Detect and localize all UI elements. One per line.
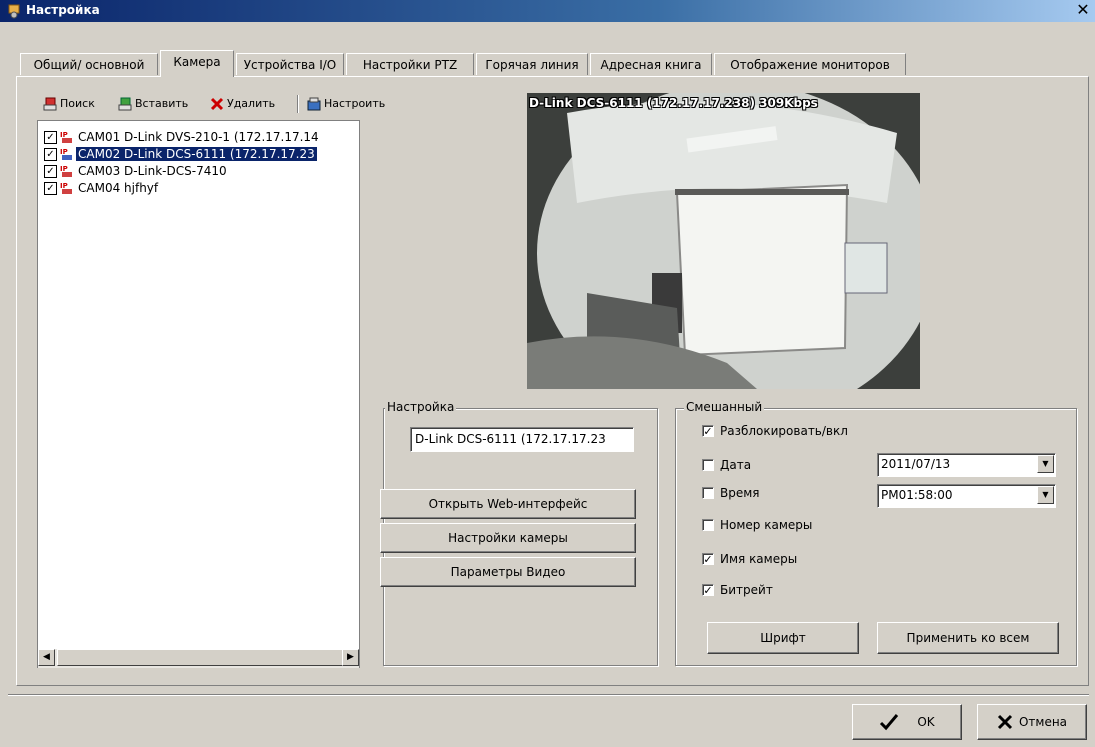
svg-text:IP: IP bbox=[60, 182, 68, 190]
footer-divider bbox=[8, 694, 1089, 696]
ip-camera-icon: IP bbox=[60, 182, 72, 194]
delete-label: Удалить bbox=[227, 97, 276, 110]
search-label: Поиск bbox=[60, 97, 95, 110]
delete-button[interactable]: Удалить bbox=[210, 94, 275, 114]
ok-label: OK bbox=[917, 715, 935, 729]
camera-list-item[interactable]: ✓ IP CAM04 hjfhyf bbox=[44, 180, 160, 196]
time-select[interactable]: PM01:58:00 ▼ bbox=[877, 484, 1056, 508]
close-icon bbox=[997, 714, 1013, 730]
camera-list-item[interactable]: ✓ IP CAM03 D-Link-DCS-7410 bbox=[44, 163, 229, 179]
chevron-down-icon[interactable]: ▼ bbox=[1037, 455, 1054, 473]
enable-overlay-checkbox[interactable]: ✓ Разблокировать/вкл bbox=[702, 424, 848, 438]
toolbar-separator bbox=[297, 95, 299, 113]
camera-label: CAM03 D-Link-DCS-7410 bbox=[78, 164, 227, 178]
camera-settings-button[interactable]: Настройки камеры bbox=[380, 523, 636, 553]
camera-label: CAM02 D-Link DCS-6111 (172.17.17.23 bbox=[76, 147, 317, 161]
camera-name-field[interactable]: D-Link DCS-6111 (172.17.17.23 bbox=[410, 427, 634, 452]
ok-button[interactable]: OK bbox=[852, 704, 962, 740]
camera-name-label: Имя камеры bbox=[720, 552, 798, 566]
bitrate-label: Битрейт bbox=[720, 583, 773, 597]
checkbox-box[interactable] bbox=[702, 459, 714, 471]
title-bar: Настройка ✕ bbox=[0, 0, 1095, 22]
insert-icon bbox=[118, 97, 132, 111]
checkmark-icon bbox=[880, 714, 899, 731]
camera-list-item[interactable]: ✓ IP CAM02 D-Link DCS-6111 (172.17.17.23 bbox=[44, 146, 317, 162]
configure-icon bbox=[307, 97, 321, 111]
bitrate-checkbox[interactable]: ✓ Битрейт bbox=[702, 583, 773, 597]
video-preview: D-Link DCS-6111 (172.17.17.238) 309Kbps bbox=[527, 93, 920, 389]
ip-camera-icon: IP bbox=[60, 165, 72, 177]
date-checkbox[interactable]: Дата bbox=[702, 458, 751, 472]
tab-camera[interactable]: Камера bbox=[160, 50, 234, 77]
open-web-interface-button[interactable]: Открыть Web-интерфейс bbox=[380, 489, 636, 519]
camera-checkbox[interactable]: ✓ bbox=[44, 130, 57, 144]
tab-general[interactable]: Общий/ основной bbox=[20, 53, 158, 75]
cancel-button[interactable]: Отмена bbox=[977, 704, 1087, 740]
checkbox-box[interactable]: ✓ bbox=[702, 553, 714, 566]
insert-button[interactable]: Вставить bbox=[118, 94, 188, 114]
camera-label: CAM04 hjfhyf bbox=[78, 181, 159, 195]
window-title: Настройка bbox=[26, 3, 100, 17]
camera-label: CAM01 D-Link DVS-210-1 (172.17.17.14 bbox=[78, 130, 319, 144]
date-label: Дата bbox=[720, 458, 752, 472]
cancel-label: Отмена bbox=[1018, 715, 1068, 729]
checkbox-box[interactable] bbox=[702, 487, 714, 499]
svg-text:IP: IP bbox=[60, 131, 68, 139]
ip-camera-icon: IP bbox=[60, 131, 72, 143]
camera-image bbox=[527, 93, 920, 389]
camera-number-label: Номер камеры bbox=[720, 518, 813, 532]
ip-camera-icon: IP bbox=[60, 148, 72, 160]
checkbox-box[interactable]: ✓ bbox=[702, 425, 714, 438]
svg-text:IP: IP bbox=[60, 148, 68, 156]
insert-label: Вставить bbox=[135, 97, 189, 110]
scroll-thumb[interactable] bbox=[57, 649, 347, 666]
video-parameters-button[interactable]: Параметры Видео bbox=[380, 557, 636, 587]
time-checkbox[interactable]: Время bbox=[702, 486, 760, 500]
camera-checkbox[interactable]: ✓ bbox=[44, 147, 57, 161]
delete-icon bbox=[210, 97, 224, 111]
search-icon bbox=[43, 97, 57, 111]
camera-list-item[interactable]: ✓ IP CAM01 D-Link DVS-210-1 (172.17.17.1… bbox=[44, 129, 321, 145]
video-osd-text: D-Link DCS-6111 (172.17.17.238) 309Kbps bbox=[529, 96, 818, 110]
font-button[interactable]: Шрифт bbox=[707, 622, 859, 654]
svg-text:IP: IP bbox=[60, 165, 68, 173]
scroll-left-icon[interactable]: ◀ bbox=[38, 649, 55, 666]
close-icon[interactable]: ✕ bbox=[1075, 2, 1091, 18]
enable-overlay-label: Разблокировать/вкл bbox=[720, 424, 848, 438]
camera-checkbox[interactable]: ✓ bbox=[44, 164, 57, 178]
camera-checkbox[interactable]: ✓ bbox=[44, 181, 57, 195]
configure-label: Настроить bbox=[324, 97, 386, 110]
configure-button[interactable]: Настроить bbox=[307, 94, 385, 114]
camera-number-checkbox[interactable]: Номер камеры bbox=[702, 518, 812, 532]
tab-address-book[interactable]: Адресная книга bbox=[590, 53, 712, 75]
tab-ptz-settings[interactable]: Настройки PTZ bbox=[346, 53, 474, 75]
camera-name-checkbox[interactable]: ✓ Имя камеры bbox=[702, 552, 797, 566]
tab-monitor-display[interactable]: Отображение мониторов bbox=[714, 53, 906, 75]
tab-io-devices[interactable]: Устройства I/O bbox=[236, 53, 344, 75]
checkbox-box[interactable] bbox=[702, 519, 714, 531]
tree-horizontal-scrollbar[interactable]: ◀ ▶ bbox=[38, 648, 359, 668]
time-label: Время bbox=[720, 486, 760, 500]
camera-tree[interactable]: ✓ IP CAM01 D-Link DVS-210-1 (172.17.17.1… bbox=[37, 120, 360, 668]
app-icon bbox=[8, 4, 20, 19]
date-value: 2011/07/13 bbox=[881, 457, 951, 471]
tab-hotline[interactable]: Горячая линия bbox=[476, 53, 588, 75]
time-value: PM01:58:00 bbox=[881, 488, 953, 502]
search-button[interactable]: Поиск bbox=[43, 94, 95, 114]
settings-group-title: Настройка bbox=[385, 400, 457, 414]
checkbox-box[interactable]: ✓ bbox=[702, 584, 714, 597]
scroll-right-icon[interactable]: ▶ bbox=[342, 649, 359, 666]
mixed-group-title: Смешанный bbox=[684, 400, 765, 414]
apply-to-all-button[interactable]: Применить ко всем bbox=[877, 622, 1059, 654]
date-select[interactable]: 2011/07/13 ▼ bbox=[877, 453, 1056, 477]
chevron-down-icon[interactable]: ▼ bbox=[1037, 486, 1054, 504]
